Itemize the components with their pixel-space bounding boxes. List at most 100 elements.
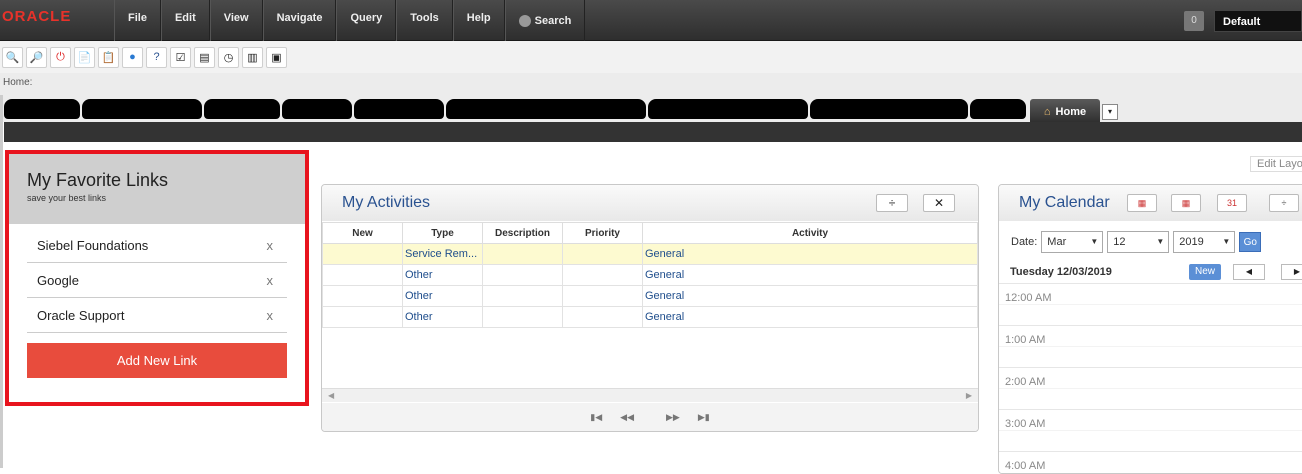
remove-link-button[interactable]: x [267,238,274,253]
remove-link-button[interactable]: x [267,273,274,288]
scroll-right-icon[interactable]: ▶ [966,391,972,400]
horizontal-scrollbar[interactable]: ◀ ▶ [322,388,978,402]
cell-description[interactable] [482,243,563,265]
copy-icon[interactable]: 📋 [98,46,119,68]
month-view-icon[interactable]: 31 [1217,194,1247,212]
toolbar: 🔍 🔎 ⏻ 📄 📋 ● ? ☑ ▤ ◷ ▥ ▣ [0,41,1302,73]
cell-type[interactable]: Other [402,264,483,286]
favorite-link-item[interactable]: Oracle Support x [27,298,287,333]
breadcrumb: Home: [0,73,1302,95]
redacted-tab[interactable] [204,99,280,119]
help-icon[interactable]: ? [146,46,167,68]
profile-selector[interactable]: Default [1214,10,1302,32]
clock-icon[interactable]: ◷ [218,46,239,68]
notification-badge[interactable]: 0 [1184,11,1204,31]
favorite-link-label[interactable]: Siebel Foundations [37,238,148,253]
favorite-link-item[interactable]: Siebel Foundations x [27,228,287,263]
week-view-icon[interactable]: ▦ [1171,194,1201,212]
current-day-row: Tuesday 12/03/2019 New ◀ ▶ [999,263,1302,281]
zoom-in-icon[interactable]: 🔎 [26,46,47,68]
cell-type[interactable]: Other [402,306,483,328]
cell-type[interactable]: Service Rem... [402,243,483,265]
chart-icon[interactable]: ▥ [242,46,263,68]
cell-description[interactable] [482,306,563,328]
menu-help[interactable]: Help [452,0,505,41]
zoom-out-icon[interactable]: 🔍 [2,46,23,68]
cell-type[interactable]: Other [402,285,483,307]
favorite-link-item[interactable]: Google x [27,263,287,298]
redacted-tab[interactable] [354,99,444,119]
cell-new[interactable] [322,285,403,307]
day-view-icon[interactable]: ▦ [1127,194,1157,212]
record-icon[interactable]: ▣ [266,46,287,68]
column-header-description[interactable]: Description [482,222,563,244]
day-select[interactable]: 12 ▼ [1107,231,1170,253]
last-page-icon[interactable]: ▶▮ [698,412,710,423]
table-row[interactable]: Other General [322,306,978,328]
menu-tools[interactable]: Tools [396,0,453,41]
column-header-activity[interactable]: Activity [642,222,978,244]
tab-overflow-button[interactable]: ▾ [1102,104,1118,120]
cell-new[interactable] [322,264,403,286]
previous-page-icon[interactable]: ◀◀ [620,412,634,423]
redacted-tab[interactable] [4,99,80,119]
year-select[interactable]: 2019 ▼ [1173,231,1236,253]
new-record-icon[interactable]: 📄 [74,46,95,68]
redacted-tab[interactable] [648,99,808,119]
edit-layout-button[interactable]: Edit Layo [1250,156,1302,172]
favorite-link-label[interactable]: Oracle Support [37,308,124,323]
cell-activity[interactable]: General [642,285,978,307]
cell-priority[interactable] [562,306,643,328]
globe-icon[interactable]: ● [122,46,143,68]
first-page-icon[interactable]: ▮◀ [590,412,602,423]
redacted-tab[interactable] [446,99,646,119]
oracle-logo: ORACLE [2,8,72,25]
go-button[interactable]: Go [1239,232,1262,252]
chevron-down-icon: ▼ [1090,237,1099,246]
remove-link-button[interactable]: x [267,308,274,323]
menu-file[interactable]: File [114,0,161,41]
new-event-button[interactable]: New [1189,264,1221,280]
redacted-tab[interactable] [970,99,1026,119]
previous-day-icon[interactable]: ◀ [1233,264,1265,280]
redacted-tab[interactable] [82,99,202,119]
cell-priority[interactable] [562,243,643,265]
cell-new[interactable] [322,306,403,328]
menu-navigate[interactable]: Navigate [262,0,337,41]
cell-description[interactable] [482,264,563,286]
cell-activity[interactable]: General [642,306,978,328]
cell-activity[interactable]: General [642,243,978,265]
cell-new[interactable] [322,243,403,265]
column-header-priority[interactable]: Priority [562,222,643,244]
month-select[interactable]: Mar ▼ [1041,231,1104,253]
year-value: 2019 [1179,236,1204,248]
scroll-left-icon[interactable]: ◀ [328,391,334,400]
column-header-new[interactable]: New [322,222,403,244]
resize-icon[interactable]: ÷ [1269,194,1299,212]
checklist-icon[interactable]: ☑ [170,46,191,68]
menu-search[interactable]: Search [504,0,586,41]
next-day-icon[interactable]: ▶ [1281,264,1302,280]
redacted-tab[interactable] [282,99,352,119]
menu-query[interactable]: Query [336,0,397,41]
redacted-tab[interactable] [810,99,968,119]
cell-priority[interactable] [562,264,643,286]
close-button[interactable]: ✕ [923,194,955,212]
menu-view[interactable]: View [209,0,263,41]
table-row[interactable]: Other General [322,285,978,307]
add-new-link-button[interactable]: Add New Link [27,343,287,378]
calendar-day-grid[interactable]: 12:00 AM 1:00 AM 2:00 AM 3:00 AM 4:00 AM [999,283,1302,473]
cell-activity[interactable]: General [642,264,978,286]
hour-label: 3:00 AM [1005,418,1046,430]
resize-icon[interactable]: ÷ [876,194,908,212]
power-icon[interactable]: ⏻ [50,46,71,68]
menu-edit[interactable]: Edit [160,0,210,41]
table-row[interactable]: Other General [322,264,978,286]
cell-description[interactable] [482,285,563,307]
column-header-type[interactable]: Type [402,222,483,244]
print-icon[interactable]: ▤ [194,46,215,68]
favorite-link-label[interactable]: Google [37,273,79,288]
table-row[interactable]: Service Rem... General [322,243,978,265]
cell-priority[interactable] [562,285,643,307]
next-page-icon[interactable]: ▶▶ [666,412,680,423]
